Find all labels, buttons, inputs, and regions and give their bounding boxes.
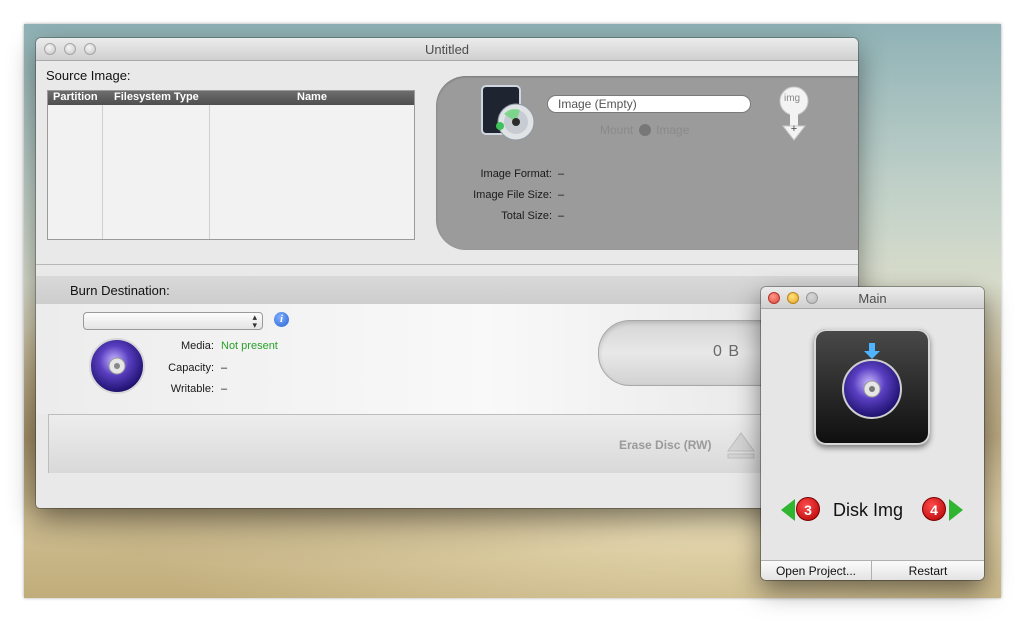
svg-text:+: + (791, 123, 797, 135)
capacity-value: – (221, 362, 228, 374)
mount-image-button[interactable]: Mount Image (600, 123, 689, 137)
burn-destination-header: Burn Destination: (36, 276, 858, 304)
column-divider (102, 105, 103, 239)
main-window-titlebar[interactable]: Untitled (36, 38, 858, 61)
image-format-label: Image Format: (480, 168, 552, 180)
small-window-titlebar[interactable]: Main (761, 287, 984, 309)
burn-device-select[interactable]: ▴ ▾ (83, 312, 263, 330)
writable-label: Writable: (170, 383, 214, 395)
disk-img-app-icon (814, 329, 930, 445)
eject-icon[interactable] (726, 431, 756, 461)
project-navigator: 3 Disk Img 4 (761, 493, 984, 525)
open-project-button[interactable]: Open Project... (761, 564, 871, 578)
image-file-size-label: Image File Size: (473, 189, 552, 201)
info-button[interactable]: i (274, 312, 289, 327)
image-format-value: – (558, 168, 565, 180)
burn-disc-icon (842, 343, 902, 419)
section-divider (36, 264, 858, 265)
next-step-badge[interactable]: 4 (922, 497, 946, 521)
previous-arrow-icon[interactable] (781, 499, 795, 521)
burn-size-value: 0 B (713, 343, 741, 360)
image-panel: Image (Empty) Mount Image + img Image Fo… (436, 76, 858, 250)
column-header-name[interactable]: Name (297, 91, 327, 103)
main-panel-window: Main 3 Disk Img 4 Open Project... Restar… (761, 287, 984, 580)
total-size-value: – (558, 210, 565, 222)
column-header-filesystem[interactable]: Filesystem Type (114, 91, 199, 103)
media-label: Media: (180, 340, 214, 352)
add-image-label: img (784, 93, 801, 104)
table-header: Partition Filesystem Type Name (48, 91, 414, 105)
add-image-button[interactable]: + img (776, 86, 812, 144)
select-arrows-icon: ▴ ▾ (252, 312, 257, 330)
image-file-size-value: – (558, 189, 565, 201)
mount-image-label: Image (656, 123, 690, 137)
app-name: Disk Img (833, 500, 904, 520)
total-size-label: Total Size: (501, 210, 552, 222)
image-name-field[interactable]: Image (Empty) (547, 95, 751, 113)
capacity-label: Capacity: (168, 362, 214, 374)
column-divider (209, 105, 210, 239)
small-window-title: Main (858, 291, 887, 306)
erase-disc-button[interactable]: Erase Disc (RW) (619, 438, 711, 452)
restart-button[interactable]: Restart (872, 564, 984, 578)
source-image-label: Source Image: (46, 68, 131, 83)
previous-step-badge[interactable]: 3 (796, 497, 820, 521)
small-window-buttons: Open Project... Restart (761, 560, 984, 580)
writable-value: – (221, 383, 228, 395)
mount-label: Mount (600, 123, 634, 137)
media-value: Not present (221, 340, 278, 352)
disc-image-icon[interactable] (480, 84, 540, 142)
mount-disc-icon (638, 124, 651, 136)
column-header-partition[interactable]: Partition (53, 91, 98, 103)
burn-destination-label: Burn Destination: (70, 283, 170, 298)
main-window: Untitled Source Image: Partition Filesys… (36, 38, 858, 508)
partition-table[interactable]: Partition Filesystem Type Name (47, 90, 415, 240)
window-title: Untitled (424, 42, 470, 57)
next-arrow-icon[interactable] (949, 499, 963, 521)
